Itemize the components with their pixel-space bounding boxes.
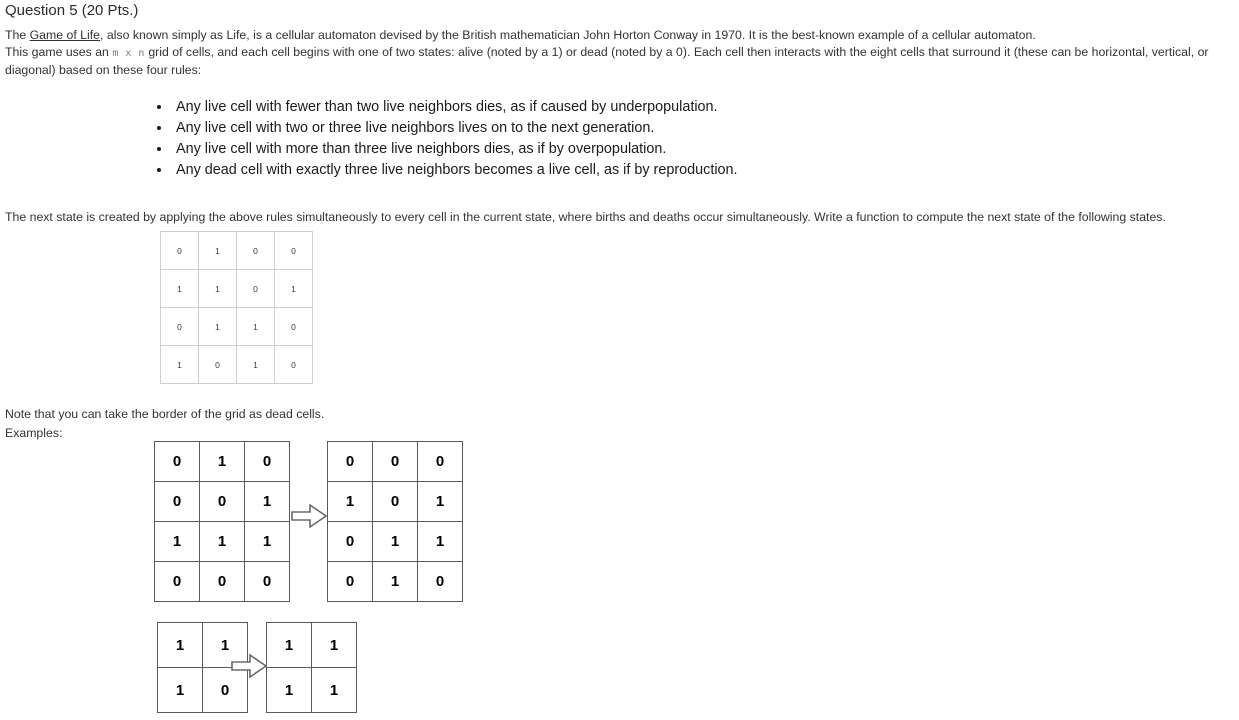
table-row: 0 1 1	[327, 521, 463, 562]
table-row: 0 1 0 0	[160, 231, 313, 270]
intro-line-1: The Game of Life, also known simply as L…	[5, 27, 1235, 44]
grid-cell: 0	[236, 231, 275, 270]
intro-line-2-prefix: This game uses an	[5, 44, 113, 59]
grid-cell: 0	[372, 481, 418, 522]
grid-cell: 1	[311, 622, 357, 668]
intro-line-1-suffix: , also known simply as Life, is a cellul…	[100, 28, 1036, 42]
grid-cell: 1	[244, 521, 290, 562]
note-text: Note that you can take the border of the…	[5, 407, 325, 421]
table-row: 1 0 1 0	[160, 345, 313, 384]
grid-cell: 1	[327, 481, 373, 522]
grid-cell: 0	[154, 441, 200, 482]
grid-cell: 1	[236, 307, 275, 346]
example-2-output-grid: 1 1 1 1	[266, 622, 357, 713]
grid-cell: 1	[154, 521, 200, 562]
game-of-life-link[interactable]: Game of Life	[30, 28, 100, 42]
table-row: 0 1 0	[327, 561, 463, 602]
table-row: 0 1 0	[154, 441, 290, 482]
grid-cell: 1	[372, 521, 418, 562]
grid-cell: 1	[199, 441, 245, 482]
grid-cell: 0	[244, 561, 290, 602]
grid-cell: 1	[236, 345, 275, 384]
grid-cell: 0	[327, 441, 373, 482]
grid-cell: 1	[266, 667, 312, 713]
right-arrow-icon	[230, 653, 268, 679]
grid-cell: 1	[157, 622, 203, 668]
grid-cell: 1	[417, 481, 463, 522]
table-row: 1 1	[266, 667, 357, 713]
grid-cell: 0	[372, 441, 418, 482]
grid-cell: 0	[198, 345, 237, 384]
table-row: 1 0 1	[327, 481, 463, 522]
right-arrow-icon	[290, 503, 328, 529]
rule-item: Any dead cell with exactly three live ne…	[172, 160, 738, 181]
next-state-paragraph: The next state is created by applying th…	[5, 210, 1166, 224]
grid-dimensions-code: m x n	[112, 47, 145, 59]
page-title: Question 5 (20 Pts.)	[5, 2, 139, 19]
grid-cell: 1	[198, 231, 237, 270]
table-row: 1 1 1	[154, 521, 290, 562]
grid-cell: 1	[160, 345, 199, 384]
rule-item: Any live cell with more than three live …	[172, 139, 738, 160]
grid-cell: 0	[274, 231, 313, 270]
table-row: 1 1 0 1	[160, 269, 313, 308]
intro-paragraphs: The Game of Life, also known simply as L…	[5, 27, 1235, 79]
table-row: 0 1 1 0	[160, 307, 313, 346]
grid-cell: 1	[274, 269, 313, 308]
grid-cell: 1	[244, 481, 290, 522]
state-grid: 0 1 0 0 1 1 0 1 0 1 1 0 1 0 1 0	[160, 231, 313, 384]
grid-cell: 0	[160, 307, 199, 346]
grid-cell: 0	[327, 521, 373, 562]
grid-cell: 1	[266, 622, 312, 668]
grid-cell: 1	[198, 307, 237, 346]
table-row: 0 0 1	[154, 481, 290, 522]
grid-cell: 0	[199, 481, 245, 522]
grid-cell: 0	[236, 269, 275, 308]
grid-cell: 0	[417, 441, 463, 482]
intro-line-2: This game uses an m x n grid of cells, a…	[5, 44, 1235, 79]
grid-cell: 1	[372, 561, 418, 602]
example-1-output-grid: 0 0 0 1 0 1 0 1 1 0 1 0	[327, 441, 463, 602]
grid-cell: 0	[160, 231, 199, 270]
grid-cell: 1	[157, 667, 203, 713]
grid-cell: 1	[311, 667, 357, 713]
intro-line-2-suffix: grid of cells, and each cell begins with…	[5, 44, 1209, 78]
grid-cell: 1	[417, 521, 463, 562]
grid-cell: 0	[417, 561, 463, 602]
grid-cell: 0	[154, 481, 200, 522]
grid-cell: 0	[327, 561, 373, 602]
table-row: 0 0 0	[154, 561, 290, 602]
grid-cell: 1	[198, 269, 237, 308]
rule-item: Any live cell with fewer than two live n…	[172, 97, 738, 118]
grid-cell: 0	[274, 345, 313, 384]
grid-cell: 0	[199, 561, 245, 602]
examples-label: Examples:	[5, 426, 63, 440]
table-row: 1 1	[266, 622, 357, 668]
grid-cell: 0	[274, 307, 313, 346]
rule-item: Any live cell with two or three live nei…	[172, 118, 738, 139]
example-1-input-grid: 0 1 0 0 0 1 1 1 1 0 0 0	[154, 441, 290, 602]
grid-cell: 1	[160, 269, 199, 308]
table-row: 0 0 0	[327, 441, 463, 482]
intro-line-1-prefix: The	[5, 28, 30, 42]
grid-cell: 0	[154, 561, 200, 602]
grid-cell: 1	[199, 521, 245, 562]
grid-cell: 0	[244, 441, 290, 482]
rules-list: Any live cell with fewer than two live n…	[150, 97, 738, 181]
